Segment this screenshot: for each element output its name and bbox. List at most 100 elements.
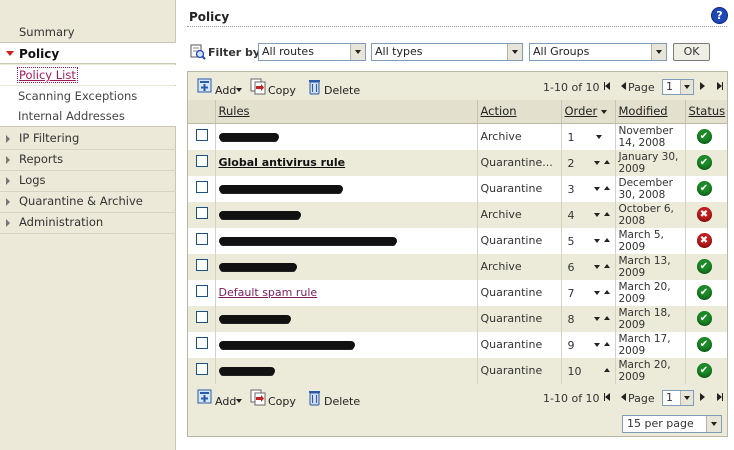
move-down-icon[interactable] xyxy=(593,238,600,243)
groups-select[interactable]: All Groups xyxy=(529,43,667,61)
rule-action: Archive xyxy=(476,123,561,150)
redacted-rule-name[interactable] xyxy=(218,211,301,219)
rule-name-link[interactable]: Global antivirus rule xyxy=(219,156,346,169)
move-down-icon[interactable] xyxy=(593,316,600,321)
column-header-modified[interactable]: Modified xyxy=(614,100,685,124)
rule-modified: March 18, 2009 xyxy=(618,306,671,331)
delete-label: Delete xyxy=(324,395,361,408)
move-down-icon[interactable] xyxy=(593,342,600,347)
redacted-rule-name[interactable] xyxy=(218,341,355,349)
row-checkbox[interactable] xyxy=(196,259,208,271)
table-row[interactable]: Quarantine 3 December 30, 2008 ✔ xyxy=(188,175,727,202)
table-row[interactable]: Global antivirus rule Quarantine... 2 Ja… xyxy=(188,149,727,176)
add-button[interactable]: Add xyxy=(197,389,245,409)
last-page-icon[interactable] xyxy=(716,393,724,401)
move-up-icon[interactable] xyxy=(603,237,610,242)
row-checkbox[interactable] xyxy=(196,285,208,297)
sidebar-subitem-internal-addresses[interactable]: Internal Addresses xyxy=(0,106,176,127)
table-row[interactable]: Quarantine 9 March 17, 2009 ✔ xyxy=(188,331,727,358)
delete-button[interactable]: Delete xyxy=(306,389,361,409)
sidebar-item-reports[interactable]: Reports xyxy=(0,149,176,170)
move-up-icon[interactable] xyxy=(603,159,610,164)
last-page-icon[interactable] xyxy=(716,82,724,90)
table-row[interactable]: Default spam rule Quarantine 7 March 20,… xyxy=(188,279,727,306)
modified-header-label: Modified xyxy=(618,104,668,119)
sidebar-item-logs[interactable]: Logs xyxy=(0,170,176,191)
add-button[interactable]: Add xyxy=(197,78,245,98)
move-up-icon[interactable] xyxy=(603,289,610,294)
table-row[interactable]: Quarantine 5 March 5, 2009 ✖ xyxy=(188,227,727,254)
move-down-icon[interactable] xyxy=(593,290,600,295)
row-checkbox[interactable] xyxy=(196,363,208,375)
prev-page-icon[interactable] xyxy=(621,82,626,90)
order-header-label: Order xyxy=(564,104,598,119)
help-icon[interactable]: ? xyxy=(711,7,728,24)
divider xyxy=(187,26,727,27)
table-toolbar-top: Add Copy Delete 1-10 of 10 Page 1 xyxy=(188,72,727,100)
move-down-icon[interactable] xyxy=(593,212,600,217)
sidebar-subitem-scanning-exceptions[interactable]: Scanning Exceptions xyxy=(0,86,176,106)
move-up-icon[interactable] xyxy=(603,263,610,268)
table-row[interactable]: Archive 4 October 6, 2008 ✖ xyxy=(188,201,727,228)
column-header-rules[interactable]: Rules xyxy=(214,100,477,124)
redacted-rule-name[interactable] xyxy=(218,133,279,141)
prev-page-icon[interactable] xyxy=(621,393,626,401)
table-row[interactable]: Archive 6 March 13, 2009 ✔ xyxy=(188,253,727,280)
sidebar-item-policy[interactable]: Policy xyxy=(0,42,176,64)
delete-button[interactable]: Delete xyxy=(306,78,361,98)
move-up-icon[interactable] xyxy=(603,367,610,372)
move-down-icon[interactable] xyxy=(595,134,602,139)
redacted-rule-name[interactable] xyxy=(218,263,297,271)
move-up-icon[interactable] xyxy=(603,341,610,346)
move-up-icon[interactable] xyxy=(603,211,610,216)
policy-table-panel: Add Copy Delete 1-10 of 10 Page 1 Rules … xyxy=(187,71,728,437)
column-header-order[interactable]: Order xyxy=(560,100,615,124)
types-select[interactable]: All types xyxy=(371,43,523,61)
ok-button[interactable]: OK xyxy=(673,43,710,61)
rule-name-link[interactable]: Default spam rule xyxy=(219,286,318,299)
row-checkbox[interactable] xyxy=(196,129,208,141)
table-row[interactable]: Quarantine 8 March 18, 2009 ✔ xyxy=(188,305,727,332)
row-checkbox[interactable] xyxy=(196,155,208,167)
move-down-icon[interactable] xyxy=(593,186,600,191)
table-row[interactable]: Archive 1 November 14, 2008 ✔ xyxy=(188,123,727,150)
copy-button[interactable]: Copy xyxy=(250,78,300,98)
move-up-icon[interactable] xyxy=(603,185,610,190)
rule-order: 6 xyxy=(567,260,575,274)
column-header-action[interactable]: Action xyxy=(476,100,561,124)
page-label: Page xyxy=(628,392,655,405)
move-down-icon[interactable] xyxy=(593,264,600,269)
sidebar-subitem-policy-list[interactable]: Policy List xyxy=(0,65,176,85)
table-row[interactable]: Quarantine 10 March 20, 2009 ✔ xyxy=(188,357,727,384)
first-page-icon[interactable] xyxy=(604,82,612,90)
next-page-icon[interactable] xyxy=(700,82,705,90)
row-checkbox[interactable] xyxy=(196,181,208,193)
redacted-rule-name[interactable] xyxy=(218,237,397,245)
copy-icon xyxy=(250,389,266,406)
row-checkbox[interactable] xyxy=(196,207,208,219)
redacted-rule-name[interactable] xyxy=(218,315,291,323)
row-checkbox[interactable] xyxy=(196,311,208,323)
sidebar-item-ip-filtering[interactable]: IP Filtering xyxy=(0,128,176,149)
sidebar-item-summary[interactable]: Summary xyxy=(0,22,176,43)
per-page-select[interactable]: 15 per page xyxy=(622,415,722,433)
routes-select[interactable]: All routes xyxy=(258,43,366,61)
row-checkbox[interactable] xyxy=(196,233,208,245)
row-checkbox[interactable] xyxy=(196,337,208,349)
column-header-status[interactable]: Status xyxy=(684,100,727,124)
redacted-rule-name[interactable] xyxy=(218,367,275,375)
rule-action: Quarantine... xyxy=(476,149,561,176)
redacted-rule-name[interactable] xyxy=(218,185,343,193)
move-up-icon[interactable] xyxy=(603,315,610,320)
move-down-icon[interactable] xyxy=(593,160,600,165)
page-select[interactable]: 1 xyxy=(662,79,694,95)
sidebar-item-administration[interactable]: Administration xyxy=(0,212,176,233)
table-header-row: Rules Action Order Modified Status xyxy=(188,100,727,124)
next-page-icon[interactable] xyxy=(700,393,705,401)
page-select[interactable]: 1 xyxy=(662,390,694,406)
sidebar-item-quarantine-archive[interactable]: Quarantine & Archive xyxy=(0,191,176,212)
sidebar-item-label: Logs xyxy=(19,173,46,187)
copy-button[interactable]: Copy xyxy=(250,389,300,409)
rule-action: Archive xyxy=(476,201,561,228)
first-page-icon[interactable] xyxy=(604,393,612,401)
